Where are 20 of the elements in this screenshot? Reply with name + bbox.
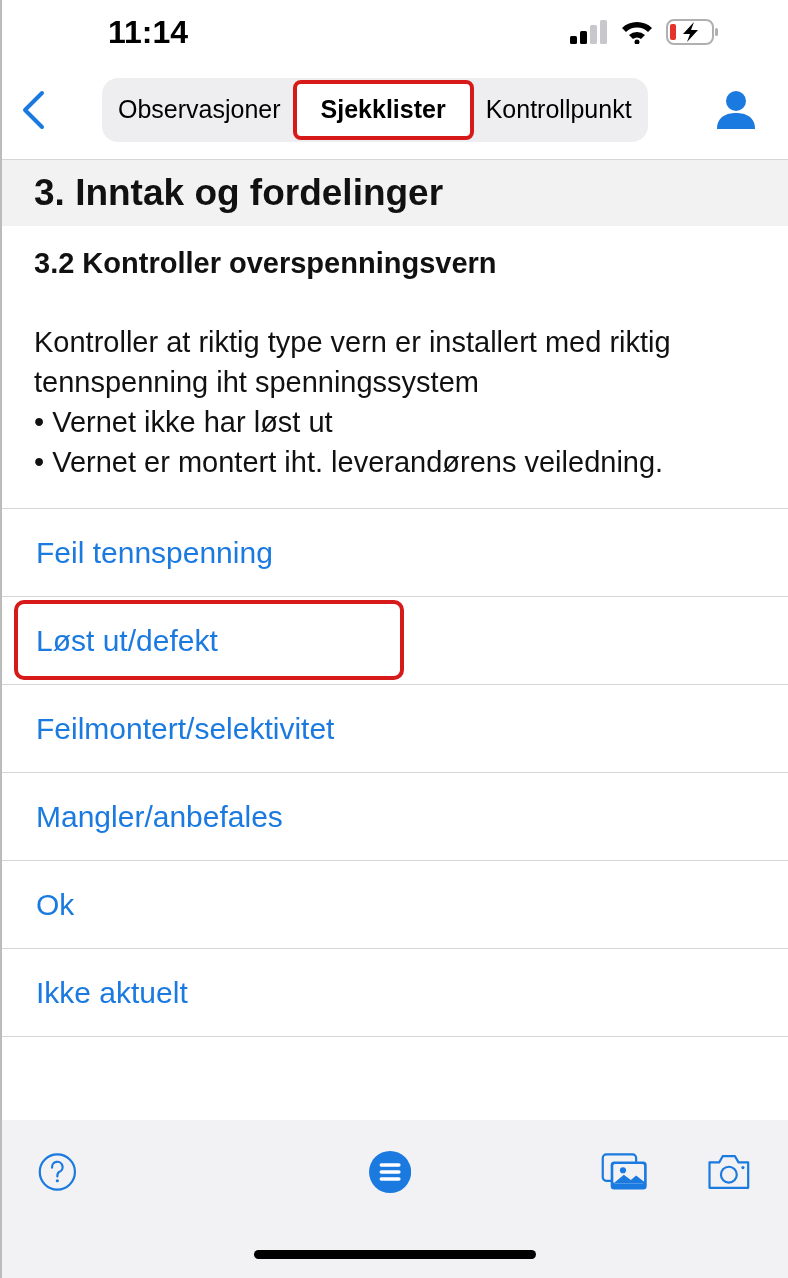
section-title: 3. Inntak og fordelinger bbox=[34, 171, 444, 216]
back-icon[interactable] bbox=[20, 89, 46, 130]
option-item[interactable]: Feilmontert/selektivitet bbox=[14, 688, 357, 768]
segment-tab[interactable]: Sjekklister bbox=[292, 79, 474, 140]
wifi-icon bbox=[620, 20, 654, 44]
segment-tab[interactable]: Kontrollpunkt bbox=[473, 79, 644, 140]
battery-icon bbox=[666, 19, 720, 45]
status-time: 11:14 bbox=[108, 13, 189, 52]
option-item[interactable]: Feil tennspenning bbox=[14, 512, 295, 592]
checkpoint-description: Kontroller at riktig type vern er installert med riktig tennspenning iht spenningssystem • Vernet ikke har løst ut • Vernet er montert iht. leverandørens veiledning. bbox=[34, 324, 672, 480]
segment-tab[interactable]: Observasjoner bbox=[106, 79, 293, 140]
option-item[interactable]: Ok bbox=[14, 864, 97, 944]
checkpoint-title: 3.2 Kontroller overspenningsvern bbox=[34, 246, 498, 281]
option-item[interactable]: Løst ut/defekt bbox=[14, 600, 404, 680]
menu-icon[interactable] bbox=[368, 1148, 411, 1196]
help-icon[interactable] bbox=[38, 1150, 77, 1194]
option-item[interactable]: Ikke aktuelt bbox=[14, 952, 210, 1032]
profile-icon[interactable] bbox=[716, 90, 756, 129]
option-item[interactable]: Mangler/anbefales bbox=[14, 776, 305, 856]
signal-icon bbox=[570, 20, 608, 44]
